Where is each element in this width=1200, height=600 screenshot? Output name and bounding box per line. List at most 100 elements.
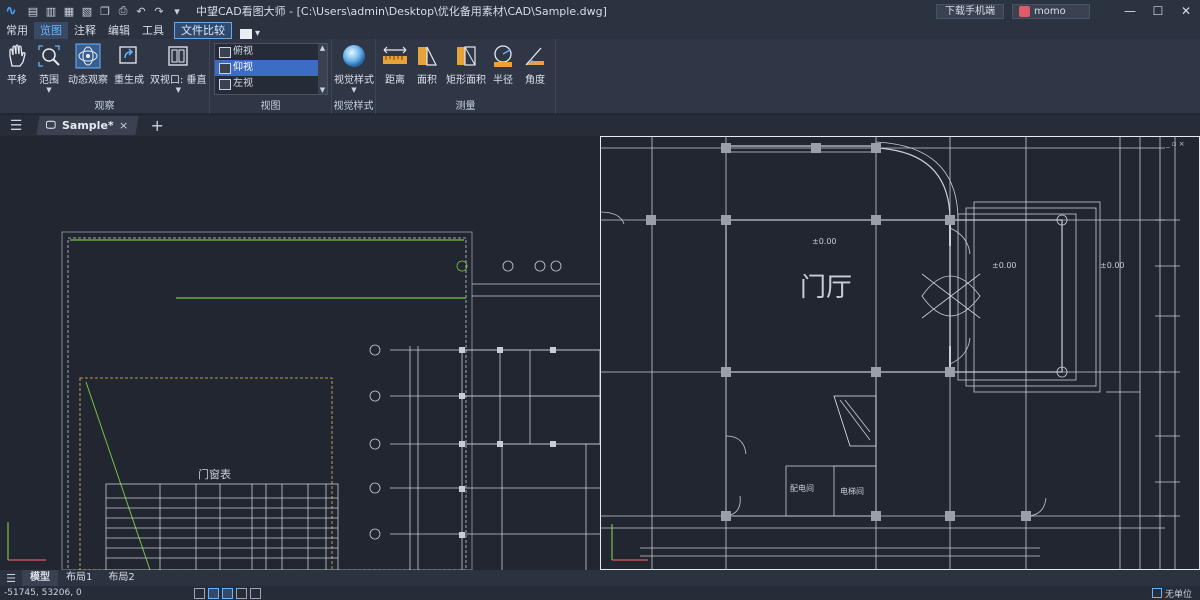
pan-label: 平移 (7, 75, 27, 86)
dual-viewport-button[interactable]: 双视口: 垂直 ▼ (150, 43, 207, 94)
group-measure: 距离 面积 矩形面积 半径 角度 测量 (376, 39, 556, 114)
view-list-scrollbar[interactable]: ▲ ▼ (318, 44, 327, 94)
orbit-label: 动态观察 (68, 75, 108, 86)
cad-drawing[interactable]: ±0.00 ±0.00 ±0.00 配电间 电梯间 门厅 门窗表 _ ▫ × (0, 136, 1200, 570)
document-tab-bar: ☰ 🖵 Sample* × + (0, 115, 1200, 136)
minimize-icon[interactable]: — (1116, 0, 1144, 22)
ruler-area-icon (414, 43, 440, 69)
quick-access-toolbar: ▤ ▥ ▦ ▧ ❐ ⎙ ↶ ↷ ▾ (26, 4, 184, 18)
unit-label: 无单位 (1164, 589, 1192, 600)
redo-icon[interactable]: ↷ (152, 4, 166, 18)
view-bottom[interactable]: 仰视 (215, 60, 327, 76)
close-icon[interactable]: ✕ (1172, 0, 1200, 22)
ribbon: 平移 范围 ▼ 动态观察 重生成 双视口: 垂直 ▼ 观察 俯视 仰视 左视 ▲… (0, 39, 1200, 114)
avatar (1019, 5, 1030, 17)
chevron-down-icon: ▼ (175, 86, 181, 94)
right-dimension-lines (1155, 136, 1180, 570)
tab-menu-icon[interactable]: ☰ (0, 115, 32, 136)
area-label: 面积 (417, 75, 437, 86)
scroll-down-icon[interactable]: ▼ (320, 86, 325, 94)
menu-annotate[interactable]: 注释 (68, 22, 102, 39)
room-label-power: 配电间 (790, 483, 814, 493)
drawing-canvas[interactable]: ±0.00 ±0.00 ±0.00 配电间 电梯间 门厅 门窗表 _ ▫ × (0, 136, 1200, 570)
osnap-toggle-icon[interactable] (222, 587, 233, 599)
add-tab-icon[interactable]: + (151, 116, 164, 135)
zoom-extents-icon (36, 43, 62, 69)
dual-viewport-label: 双视口: 垂直 (150, 75, 207, 86)
viewport-controls: _ ▫ × (1165, 140, 1185, 148)
menu-tools[interactable]: 工具 (136, 22, 170, 39)
ruler-radius-icon (490, 43, 516, 69)
unit-indicator[interactable]: 无单位 (1151, 586, 1192, 600)
measure-distance-button[interactable]: 距离 (382, 43, 408, 86)
menu-file-compare[interactable]: 文件比较 (174, 22, 232, 39)
visual-style-button[interactable]: 视觉样式 ▼ (334, 43, 374, 94)
scroll-up-icon[interactable]: ▲ (320, 44, 325, 52)
ruler-angle-icon (522, 43, 548, 69)
elev-label-2: ±0.00 (992, 261, 1017, 270)
group-measure-label: 测量 (455, 101, 476, 112)
grid-toggle-icon[interactable] (194, 587, 205, 599)
orbit-button[interactable]: 动态观察 (68, 43, 108, 86)
layout-tab-2[interactable]: 布局2 (100, 570, 142, 586)
undo-icon[interactable]: ↶ (134, 4, 148, 18)
elev-label-3: ±0.00 (1100, 261, 1125, 270)
title-bar: ∿ ▤ ▥ ▦ ▧ ❐ ⎙ ↶ ↷ ▾ 中望CAD看图大师 - [C:\User… (0, 0, 1200, 22)
view-top[interactable]: 俯视 (215, 44, 327, 60)
measure-radius-button[interactable]: 半径 (490, 43, 516, 86)
pan-button[interactable]: 平移 (4, 43, 30, 86)
tab-sample[interactable]: 🖵 Sample* × (36, 116, 139, 135)
copy-icon[interactable]: ❐ (98, 4, 112, 18)
menu-bar: 常用 览图 注释 编辑 工具 文件比较 ▾ (0, 22, 1200, 39)
new-file-icon[interactable]: ▤ (26, 4, 40, 18)
view-list[interactable]: 俯视 仰视 左视 ▲ ▼ (214, 43, 328, 95)
measure-area-button[interactable]: 面积 (414, 43, 440, 86)
close-tab-icon[interactable]: × (119, 119, 128, 132)
lineweight-toggle-icon[interactable] (236, 587, 247, 599)
sphere-icon (341, 43, 367, 69)
unit-icon (1151, 588, 1162, 598)
status-toggles (194, 587, 261, 599)
dual-viewport-icon (165, 43, 191, 69)
layout-menu-icon[interactable]: ☰ (0, 570, 22, 586)
group-observe: 平移 范围 ▼ 动态观察 重生成 双视口: 垂直 ▼ 观察 (0, 39, 210, 114)
open-file-icon[interactable]: ▥ (44, 4, 58, 18)
print-icon[interactable]: ⎙ (116, 4, 130, 18)
rect-area-label: 矩形面积 (446, 75, 486, 86)
maximize-icon[interactable]: ☐ (1144, 0, 1172, 22)
app-logo-icon: ∿ (5, 3, 17, 19)
room-label-elevator: 电梯间 (840, 486, 864, 496)
menu-browse[interactable]: 览图 (34, 22, 68, 39)
snap-toggle-icon[interactable] (208, 587, 219, 599)
chevron-down-icon: ▼ (351, 86, 357, 94)
menu-common[interactable]: 常用 (0, 22, 34, 39)
save-as-icon[interactable]: ▧ (80, 4, 94, 18)
download-mobile-button[interactable]: 下载手机端 (936, 3, 1004, 19)
customize-icon[interactable]: ▾ (170, 4, 184, 18)
radius-label: 半径 (493, 75, 513, 86)
extents-button[interactable]: 范围 ▼ (36, 43, 62, 94)
view-left[interactable]: 左视 (215, 76, 327, 92)
window-title: 中望CAD看图大师 - [C:\Users\admin\Desktop\优化备用… (196, 5, 607, 18)
ucs-icon-left (7, 522, 46, 561)
group-visual-style: 视觉样式 ▼ 视觉样式 (332, 39, 376, 114)
ucs-icon-right (611, 524, 648, 561)
user-account-button[interactable]: momo (1012, 3, 1090, 19)
save-icon[interactable]: ▦ (62, 4, 76, 18)
measure-angle-button[interactable]: 角度 (522, 43, 548, 86)
green-diagonal (85, 381, 151, 570)
group-visual-label: 视觉样式 (333, 101, 374, 112)
menu-edit[interactable]: 编辑 (102, 22, 136, 39)
coordinate-readout: -51745, 53206, 0 (4, 588, 82, 598)
measure-rect-area-button[interactable]: 矩形面积 (446, 43, 486, 86)
visual-style-label: 视觉样式 (334, 75, 374, 86)
ribbon-collapse-icon (240, 28, 252, 39)
hand-icon (4, 43, 30, 69)
layout-tab-1[interactable]: 布局1 (58, 570, 100, 586)
tab-sample-label: Sample* (61, 119, 114, 132)
fullscreen-toggle-icon[interactable] (250, 587, 261, 599)
ribbon-toggle-button[interactable]: ▾ (240, 28, 260, 39)
layout-tab-model[interactable]: 模型 (22, 570, 58, 586)
elev-label-1: ±0.00 (812, 237, 837, 246)
regen-button[interactable]: 重生成 (114, 43, 144, 86)
